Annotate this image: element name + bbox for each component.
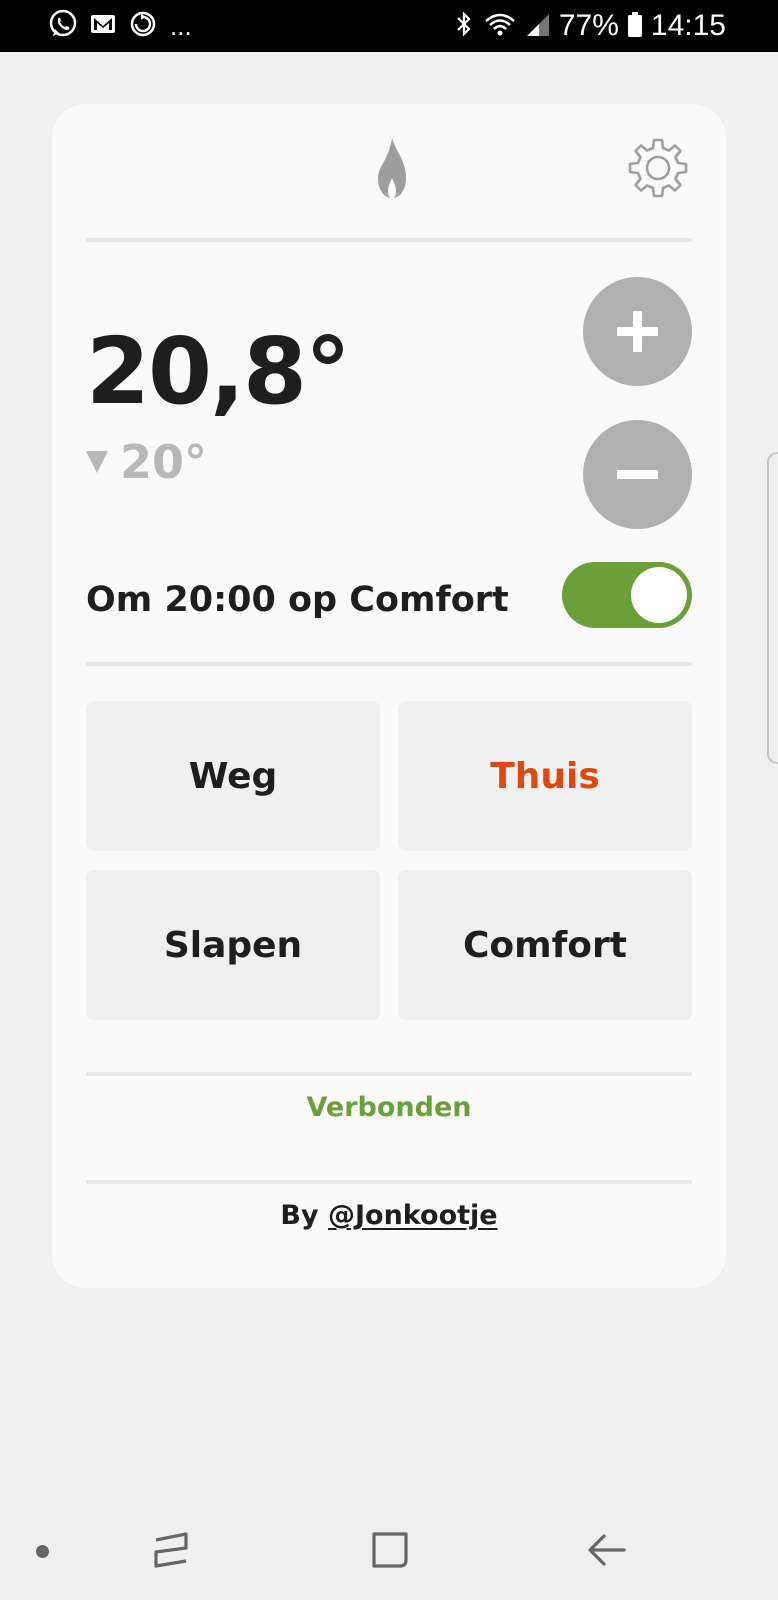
divider	[86, 238, 692, 242]
keyboard-dot-icon[interactable]	[36, 1545, 49, 1558]
decrease-temperature-button[interactable]	[583, 420, 692, 529]
toggle-knob	[631, 567, 687, 623]
battery-icon	[627, 9, 643, 44]
increase-temperature-button[interactable]	[583, 277, 692, 386]
credit-prefix: By	[280, 1200, 319, 1231]
gear-icon[interactable]	[624, 134, 692, 202]
flame-icon	[362, 134, 422, 206]
battery-percent: 77%	[558, 9, 619, 42]
signal-icon	[525, 9, 551, 44]
status-bar: ... 77% 14:15	[0, 0, 778, 52]
arrow-down-icon	[86, 451, 108, 473]
back-icon[interactable]	[586, 1528, 630, 1576]
sync-icon	[128, 9, 158, 44]
connection-status: Verbonden	[306, 1092, 472, 1123]
more-notifications: ...	[170, 11, 192, 41]
target-temperature-row: 20°	[86, 434, 207, 490]
divider	[86, 1072, 692, 1076]
home-icon[interactable]	[368, 1528, 412, 1576]
recent-apps-icon[interactable]	[150, 1528, 194, 1576]
gmail-icon	[88, 9, 118, 44]
mode-button-thuis[interactable]: Thuis	[398, 701, 692, 851]
thermostat-card: 20,8° 20° Om 20:00 op Comfort Weg Thuis …	[52, 104, 726, 1288]
mode-button-slapen[interactable]: Slapen	[86, 870, 380, 1020]
divider	[86, 662, 692, 666]
clock: 14:15	[650, 9, 726, 42]
schedule-label: Om 20:00 op Comfort	[86, 580, 509, 620]
credit: By @Jonkootje	[52, 1194, 726, 1238]
divider	[86, 1180, 692, 1184]
mode-button-weg[interactable]: Weg	[86, 701, 380, 851]
schedule-toggle[interactable]	[562, 562, 692, 628]
target-temperature: 20°	[120, 435, 208, 489]
whatsapp-icon	[48, 9, 78, 44]
mode-button-comfort[interactable]: Comfort	[398, 870, 692, 1020]
wifi-icon	[483, 9, 517, 44]
edge-panel-handle[interactable]	[767, 452, 778, 764]
navigation-bar	[0, 1500, 778, 1600]
current-temperature: 20,8°	[86, 318, 351, 425]
minus-icon	[617, 470, 658, 479]
bluetooth-icon	[453, 9, 475, 44]
author-link[interactable]: @Jonkootje	[328, 1200, 498, 1231]
